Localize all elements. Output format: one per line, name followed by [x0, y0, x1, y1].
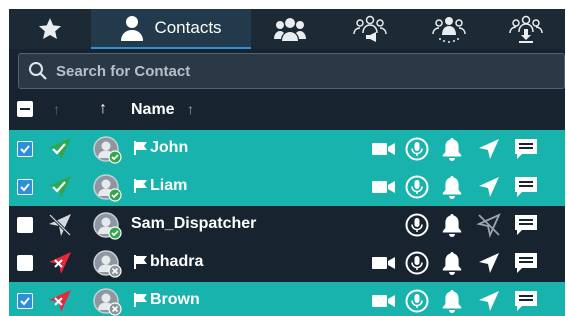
video-call-icon[interactable] — [371, 177, 397, 202]
row-checkbox[interactable] — [17, 293, 33, 309]
contacts-panel: Contacts ↑ ↑ Name ↑ John Liam Sam_Dispatch… — [9, 9, 565, 316]
contact-name[interactable]: Sam_Dispatcher — [131, 215, 256, 233]
avatar[interactable] — [93, 250, 123, 283]
avatar-sort-arrow-icon[interactable]: ↑ — [99, 100, 107, 118]
microphone-icon[interactable] — [405, 289, 429, 316]
tab-contacts[interactable]: Contacts — [91, 9, 251, 49]
row-actions — [365, 168, 565, 206]
list-item[interactable]: Sam_Dispatcher — [9, 206, 565, 244]
list-item[interactable]: bhadra — [9, 244, 565, 282]
status-offline-icon — [47, 251, 73, 280]
table-header: ↑ ↑ Name ↑ — [9, 93, 565, 130]
row-actions — [365, 282, 565, 316]
contact-name[interactable]: Liam — [150, 177, 187, 195]
tab-group-dispatch[interactable] — [411, 9, 487, 49]
list-item[interactable]: John — [9, 130, 565, 168]
avatar[interactable] — [93, 136, 123, 169]
message-icon[interactable] — [513, 251, 539, 280]
microphone-icon[interactable] — [405, 213, 429, 242]
avatar[interactable] — [93, 288, 123, 316]
location-icon[interactable] — [477, 137, 501, 166]
microphone-icon[interactable] — [405, 175, 429, 204]
location-icon[interactable] — [477, 251, 501, 280]
tab-group-download[interactable] — [487, 9, 565, 49]
tab-bar: Contacts — [9, 9, 565, 49]
alert-bell-icon[interactable] — [441, 251, 463, 280]
alert-bell-icon[interactable] — [441, 137, 463, 166]
tab-groups[interactable] — [251, 9, 329, 49]
row-actions — [365, 130, 565, 168]
contact-name[interactable]: bhadra — [150, 253, 203, 271]
video-call-icon[interactable] — [371, 291, 397, 316]
row-actions — [365, 206, 565, 244]
group-broadcast-icon — [353, 15, 387, 42]
status-online-icon — [47, 175, 73, 204]
name-column-header[interactable]: Name — [131, 101, 175, 119]
alert-bell-icon[interactable] — [441, 213, 463, 242]
location-icon[interactable] — [477, 289, 501, 316]
microphone-icon[interactable] — [405, 251, 429, 280]
alert-bell-icon[interactable] — [441, 289, 463, 316]
location-disabled-icon — [476, 212, 502, 243]
flag-icon — [133, 178, 149, 199]
message-icon[interactable] — [513, 137, 539, 166]
avatar[interactable] — [93, 212, 123, 245]
row-checkbox[interactable] — [17, 255, 33, 271]
search-icon — [29, 62, 47, 80]
status-offline-icon — [47, 289, 73, 316]
flag-icon — [133, 254, 149, 275]
video-call-icon[interactable] — [371, 253, 397, 278]
list-item[interactable]: Liam — [9, 168, 565, 206]
alert-bell-icon[interactable] — [441, 175, 463, 204]
flag-icon — [133, 140, 149, 161]
microphone-icon[interactable] — [405, 137, 429, 166]
group-dispatch-icon — [432, 17, 466, 43]
status-disabled-icon — [47, 213, 73, 242]
group-icon — [274, 18, 306, 41]
video-call-icon[interactable] — [371, 139, 397, 164]
status-online-icon — [47, 137, 73, 166]
message-icon[interactable] — [513, 213, 539, 242]
contact-name[interactable]: Brown — [150, 291, 200, 309]
search-box — [18, 53, 565, 89]
message-icon[interactable] — [513, 289, 539, 316]
contact-person-icon — [121, 16, 144, 41]
row-actions — [365, 244, 565, 282]
row-checkbox[interactable] — [17, 217, 33, 233]
name-sort-arrow-icon[interactable]: ↑ — [187, 101, 194, 117]
tab-favorites[interactable] — [9, 9, 91, 49]
list-item[interactable]: Brown — [9, 282, 565, 316]
row-checkbox[interactable] — [17, 141, 33, 157]
group-download-icon — [509, 15, 543, 43]
flag-icon — [133, 292, 149, 313]
status-sort-arrow-icon[interactable]: ↑ — [53, 101, 60, 117]
location-icon[interactable] — [477, 175, 501, 204]
contact-name[interactable]: John — [150, 139, 188, 157]
tab-contacts-label: Contacts — [154, 18, 222, 37]
tab-group-broadcast[interactable] — [329, 9, 411, 49]
star-icon — [38, 18, 62, 39]
avatar[interactable] — [93, 174, 123, 207]
message-icon[interactable] — [513, 175, 539, 204]
search-input[interactable] — [54, 61, 538, 81]
row-checkbox[interactable] — [17, 179, 33, 195]
select-all-checkbox[interactable] — [17, 101, 33, 117]
